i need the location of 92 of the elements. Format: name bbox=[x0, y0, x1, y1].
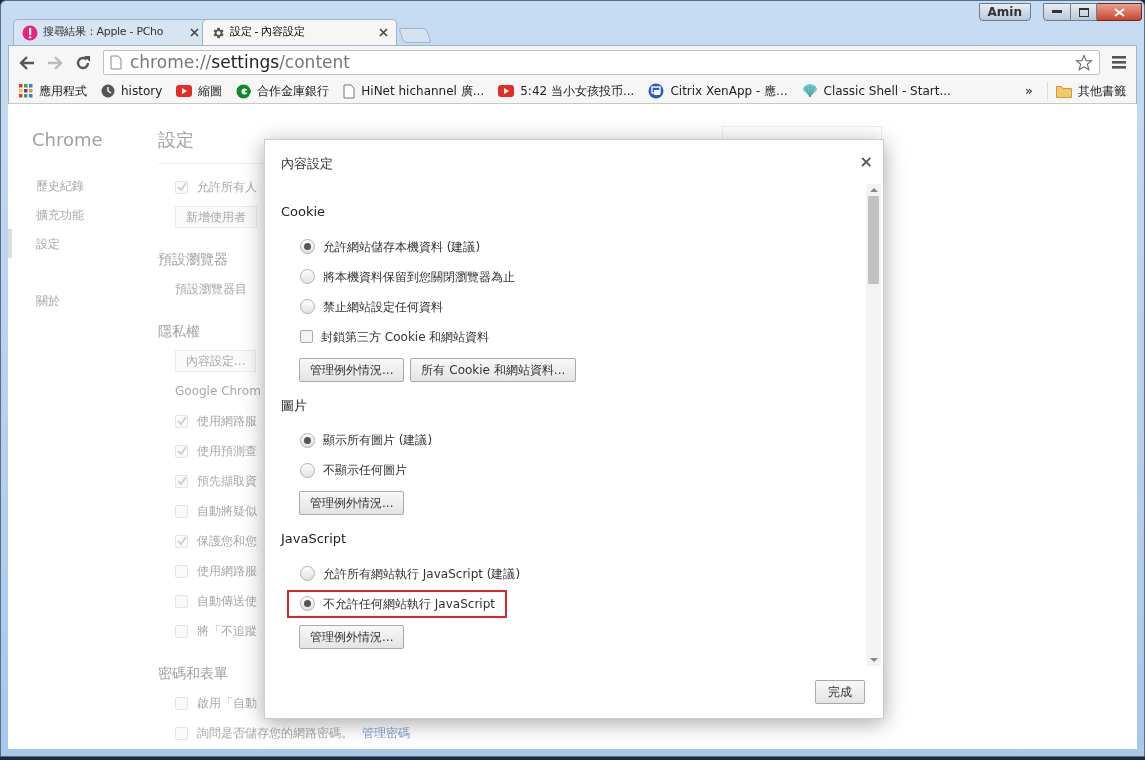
section-heading: 密碼和表單 bbox=[158, 663, 229, 683]
reload-icon[interactable] bbox=[75, 54, 91, 71]
option-label: 禁止網站設定任何資料 bbox=[323, 298, 443, 316]
bookmark-item[interactable]: 合作金庫銀行 bbox=[236, 82, 330, 100]
tab-title: 設定 - 內容設定 bbox=[230, 24, 306, 41]
tab-title: 搜尋結果：Apple - PCho bbox=[43, 24, 165, 41]
close-icon[interactable] bbox=[379, 28, 388, 37]
setting-label: 將「不追蹤 bbox=[197, 623, 257, 640]
forward-arrow-icon[interactable] bbox=[47, 55, 63, 70]
close-window-button[interactable] bbox=[1097, 3, 1142, 21]
setting-label: 預先擷取資 bbox=[197, 473, 257, 490]
setting-label: 使用網路服 bbox=[197, 563, 257, 580]
apps-grid-icon bbox=[19, 84, 33, 98]
close-button[interactable]: × bbox=[859, 154, 873, 170]
bookmark-item[interactable]: Classic Shell - Start... bbox=[801, 82, 951, 100]
clock-icon bbox=[101, 84, 115, 98]
radio-button[interactable] bbox=[300, 269, 315, 284]
setting-label: 啟用「自動 bbox=[197, 695, 257, 712]
dialog-button[interactable]: 管理例外情況... bbox=[299, 624, 405, 649]
setting-text: 預設瀏覽器目 bbox=[174, 281, 248, 298]
radio-button[interactable] bbox=[300, 432, 315, 448]
dialog-button[interactable]: 所有 Cookie 和網站資料... bbox=[410, 357, 577, 382]
dialog-button[interactable]: 管理例外情況... bbox=[299, 357, 405, 382]
setting-text: Google Chrom bbox=[174, 383, 262, 400]
maximize-icon bbox=[1078, 7, 1089, 17]
checkbox[interactable] bbox=[300, 330, 313, 343]
close-icon bbox=[1113, 7, 1125, 17]
close-icon[interactable] bbox=[190, 28, 199, 37]
page-icon bbox=[343, 83, 356, 99]
radio-button[interactable] bbox=[300, 596, 315, 611]
other-bookmarks-folder[interactable]: 其他書籤 bbox=[1047, 82, 1126, 100]
setting-label: 允許所有人 bbox=[197, 179, 257, 196]
option-label: 顯示所有圖片 (建議) bbox=[323, 432, 433, 449]
minimize-button[interactable] bbox=[1043, 3, 1071, 21]
url-text: chrome://settings/content bbox=[130, 50, 351, 74]
done-button[interactable]: 完成 bbox=[815, 680, 865, 704]
citrix-logo-icon bbox=[648, 83, 665, 99]
setting-label: 詢問是否儲存您的網路密碼。 bbox=[197, 725, 353, 742]
user-name-badge[interactable]: Amin bbox=[978, 3, 1031, 21]
option-label: 允許所有網站執行 JavaScript (建議) bbox=[323, 565, 521, 583]
play-icon bbox=[176, 85, 193, 97]
star-icon[interactable] bbox=[1075, 53, 1093, 72]
scrollbar[interactable] bbox=[866, 184, 881, 666]
exclamation-logo-icon bbox=[22, 24, 38, 41]
section-heading: JavaScript bbox=[281, 530, 348, 548]
bookmark-item[interactable]: history bbox=[101, 82, 163, 100]
maximize-button[interactable] bbox=[1071, 3, 1097, 21]
setting-label: 自動傳送使 bbox=[197, 593, 257, 610]
play-icon bbox=[498, 85, 515, 97]
radio-button[interactable] bbox=[300, 239, 315, 254]
radio-button[interactable] bbox=[300, 462, 315, 478]
page-icon bbox=[110, 55, 122, 70]
setting-label: 保護您和您 bbox=[197, 533, 257, 550]
more-bookmarks-button[interactable]: » bbox=[1025, 81, 1033, 101]
bookmark-item[interactable]: 縮圖 bbox=[176, 82, 223, 100]
section-heading: 隱私權 bbox=[158, 321, 201, 341]
setting-label: 使用預測查 bbox=[197, 443, 257, 460]
checkmark-icon bbox=[176, 416, 187, 426]
bank-logo-icon bbox=[236, 83, 252, 99]
section-heading: 預設瀏覽器 bbox=[158, 249, 229, 269]
new-tab-button[interactable] bbox=[398, 28, 432, 43]
checkmark-icon bbox=[176, 182, 187, 192]
folder-icon bbox=[1056, 84, 1072, 98]
bookmark-item[interactable]: 5:42 当小女孩投币... bbox=[498, 82, 635, 100]
menu-icon[interactable] bbox=[1112, 56, 1126, 69]
option-label: 允許網站儲存本機資料 (建議) bbox=[323, 238, 481, 256]
dialog-title: 內容設定 bbox=[281, 155, 333, 173]
browser-tab[interactable]: 設定 - 內容設定 bbox=[202, 19, 397, 45]
bookmark-item[interactable]: 應用程式 bbox=[19, 82, 87, 100]
scrollbar-thumb[interactable] bbox=[868, 196, 879, 284]
back-arrow-icon[interactable] bbox=[19, 55, 35, 70]
section-heading: Cookie bbox=[281, 203, 327, 221]
checkmark-icon bbox=[176, 476, 187, 486]
sidebar-title: Chrome bbox=[31, 128, 104, 152]
setting-label: 使用網路服 bbox=[197, 413, 257, 430]
option-label: 不顯示任何圖片 bbox=[323, 462, 407, 479]
address-bar[interactable]: chrome://settings/content bbox=[103, 50, 1100, 75]
option-label: 不允許任何網站執行 JavaScript bbox=[323, 595, 495, 613]
seashell-icon bbox=[801, 84, 818, 98]
dialog-button[interactable]: 管理例外情況... bbox=[299, 491, 405, 515]
bookmark-item[interactable]: Citrix XenApp - 應... bbox=[648, 82, 788, 100]
checkmark-icon bbox=[176, 446, 187, 456]
radio-button[interactable] bbox=[300, 299, 315, 314]
section-heading: 圖片 bbox=[281, 396, 308, 415]
settings-icon bbox=[211, 25, 225, 40]
minimize-icon bbox=[1052, 10, 1062, 14]
checkmark-icon bbox=[176, 536, 187, 546]
bookmark-item[interactable]: HiNet hichannel 廣... bbox=[343, 82, 485, 100]
option-label: 將本機資料保留到您關閉瀏覽器為止 bbox=[323, 268, 515, 286]
setting-label: 自動將疑似 bbox=[197, 503, 257, 520]
option-label: 封鎖第三方 Cookie 和網站資料 bbox=[321, 328, 490, 346]
radio-button[interactable] bbox=[300, 566, 315, 581]
